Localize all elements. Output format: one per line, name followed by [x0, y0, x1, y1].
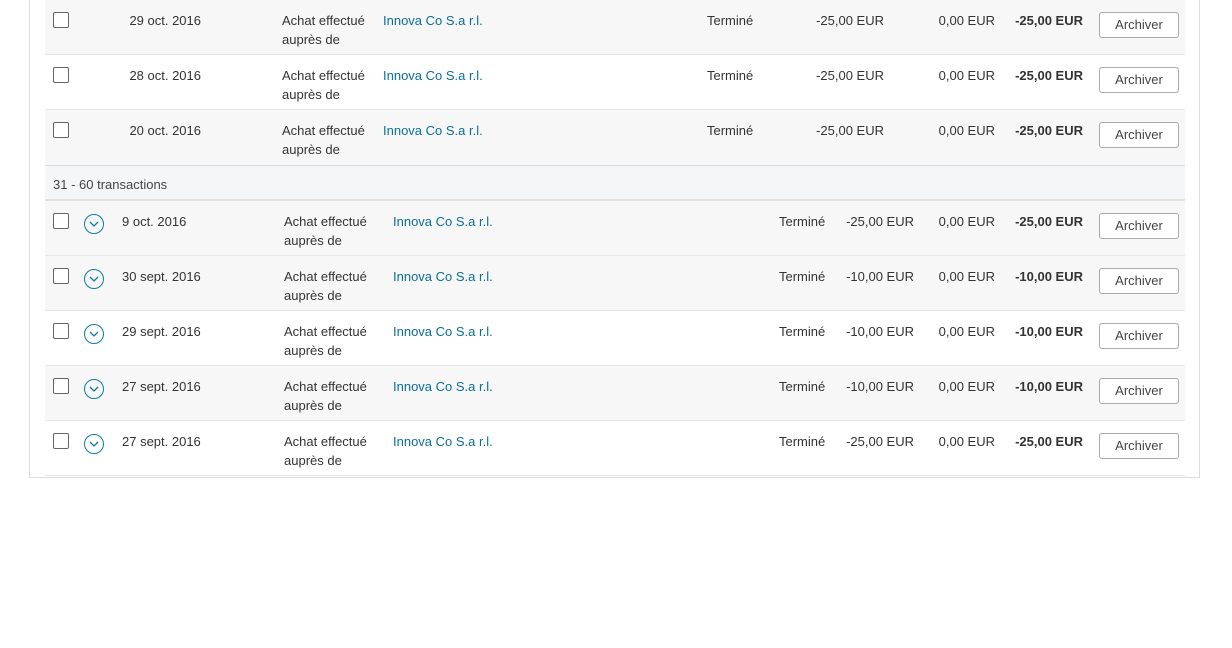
- fee-amount: 0,00 EUR: [938, 379, 995, 394]
- transactions-range-separator: 31 - 60 transactions: [45, 165, 1185, 201]
- transaction-status: Terminé: [707, 13, 754, 28]
- merchant-link[interactable]: Innova Co S.a r.l.: [393, 267, 493, 286]
- transaction-date: 30 sept. 2016: [122, 269, 201, 284]
- archive-button[interactable]: Archiver: [1099, 213, 1179, 239]
- net-amount: -10,00 EUR: [1015, 379, 1083, 394]
- net-amount: -10,00 EUR: [1015, 324, 1083, 339]
- archive-button[interactable]: Archiver: [1099, 268, 1179, 294]
- transaction-description: Achat effectué auprès de: [282, 68, 365, 102]
- transaction-description: Achat effectué auprès de: [284, 214, 367, 248]
- net-amount: -10,00 EUR: [1015, 269, 1083, 284]
- row-select-checkbox[interactable]: [53, 67, 69, 83]
- gross-amount: -25,00 EUR: [816, 123, 884, 138]
- transaction-status: Terminé: [779, 214, 826, 229]
- row-select-checkbox[interactable]: [53, 378, 69, 394]
- row-select-checkbox[interactable]: [53, 213, 69, 229]
- transaction-date: 27 sept. 2016: [122, 379, 201, 394]
- transaction-description: Achat effectué auprès de: [284, 379, 367, 413]
- transactions-table: 29 oct. 2016 Achat effectué auprès de In…: [45, 0, 1185, 476]
- archive-button[interactable]: Archiver: [1099, 122, 1179, 148]
- merchant-link[interactable]: Innova Co S.a r.l.: [383, 11, 483, 30]
- fee-amount: 0,00 EUR: [938, 13, 995, 28]
- archive-button[interactable]: Archiver: [1099, 433, 1179, 459]
- gross-amount: -10,00 EUR: [846, 379, 914, 394]
- chevron-down-circle-icon[interactable]: [84, 434, 104, 454]
- transaction-date: 28 oct. 2016: [129, 68, 201, 83]
- table-row: 29 oct. 2016 Achat effectué auprès de In…: [45, 0, 1185, 55]
- net-amount: -25,00 EUR: [1015, 68, 1083, 83]
- transaction-date: 9 oct. 2016: [122, 214, 187, 229]
- transaction-status: Terminé: [779, 434, 826, 449]
- transactions-range-label: 31 - 60 transactions: [53, 177, 168, 192]
- merchant-link[interactable]: Innova Co S.a r.l.: [393, 377, 493, 396]
- gross-amount: -25,00 EUR: [816, 68, 884, 83]
- transaction-date: 29 oct. 2016: [129, 13, 201, 28]
- table-row: 28 oct. 2016 Achat effectué auprès de In…: [45, 55, 1185, 110]
- fee-amount: 0,00 EUR: [938, 214, 995, 229]
- transaction-status: Terminé: [779, 379, 826, 394]
- transaction-status: Terminé: [707, 68, 754, 83]
- gross-amount: -10,00 EUR: [846, 324, 914, 339]
- row-select-checkbox[interactable]: [53, 323, 69, 339]
- gross-amount: -25,00 EUR: [846, 434, 914, 449]
- chevron-down-circle-icon[interactable]: [84, 269, 104, 289]
- row-select-checkbox[interactable]: [53, 12, 69, 28]
- gross-amount: -25,00 EUR: [816, 13, 884, 28]
- table-row: 9 oct. 2016 Achat effectué auprès de Inn…: [45, 201, 1185, 256]
- archive-button[interactable]: Archiver: [1099, 12, 1179, 38]
- archive-button[interactable]: Archiver: [1099, 67, 1179, 93]
- table-row: 29 sept. 2016 Achat effectué auprès de I…: [45, 311, 1185, 366]
- transaction-description: Achat effectué auprès de: [284, 269, 367, 303]
- transaction-description: Achat effectué auprès de: [282, 13, 365, 47]
- fee-amount: 0,00 EUR: [938, 68, 995, 83]
- chevron-down-circle-icon[interactable]: [84, 379, 104, 399]
- merchant-link[interactable]: Innova Co S.a r.l.: [393, 432, 493, 451]
- transaction-description: Achat effectué auprès de: [282, 123, 365, 157]
- table-row: 27 sept. 2016 Achat effectué auprès de I…: [45, 421, 1185, 476]
- table-row: 30 sept. 2016 Achat effectué auprès de I…: [45, 256, 1185, 311]
- net-amount: -25,00 EUR: [1015, 434, 1083, 449]
- fee-amount: 0,00 EUR: [938, 269, 995, 284]
- transaction-status: Terminé: [779, 269, 826, 284]
- transaction-status: Terminé: [779, 324, 826, 339]
- transaction-date: 29 sept. 2016: [122, 324, 201, 339]
- chevron-down-circle-icon[interactable]: [84, 214, 104, 234]
- row-select-checkbox[interactable]: [53, 122, 69, 138]
- transaction-status: Terminé: [707, 123, 754, 138]
- gross-amount: -10,00 EUR: [846, 269, 914, 284]
- merchant-link[interactable]: Innova Co S.a r.l.: [393, 322, 493, 341]
- row-select-checkbox[interactable]: [53, 433, 69, 449]
- archive-button[interactable]: Archiver: [1099, 378, 1179, 404]
- merchant-link[interactable]: Innova Co S.a r.l.: [383, 66, 483, 85]
- merchant-link[interactable]: Innova Co S.a r.l.: [393, 212, 493, 231]
- row-select-checkbox[interactable]: [53, 268, 69, 284]
- transaction-date: 20 oct. 2016: [129, 123, 201, 138]
- net-amount: -25,00 EUR: [1015, 214, 1083, 229]
- table-row: 20 oct. 2016 Achat effectué auprès de In…: [45, 110, 1185, 165]
- net-amount: -25,00 EUR: [1015, 123, 1083, 138]
- table-row: 27 sept. 2016 Achat effectué auprès de I…: [45, 366, 1185, 421]
- transaction-description: Achat effectué auprès de: [284, 434, 367, 468]
- archive-button[interactable]: Archiver: [1099, 323, 1179, 349]
- fee-amount: 0,00 EUR: [938, 324, 995, 339]
- net-amount: -25,00 EUR: [1015, 13, 1083, 28]
- fee-amount: 0,00 EUR: [938, 434, 995, 449]
- merchant-link[interactable]: Innova Co S.a r.l.: [383, 121, 483, 140]
- transaction-date: 27 sept. 2016: [122, 434, 201, 449]
- transaction-description: Achat effectué auprès de: [284, 324, 367, 358]
- fee-amount: 0,00 EUR: [938, 123, 995, 138]
- gross-amount: -25,00 EUR: [846, 214, 914, 229]
- chevron-down-circle-icon[interactable]: [84, 324, 104, 344]
